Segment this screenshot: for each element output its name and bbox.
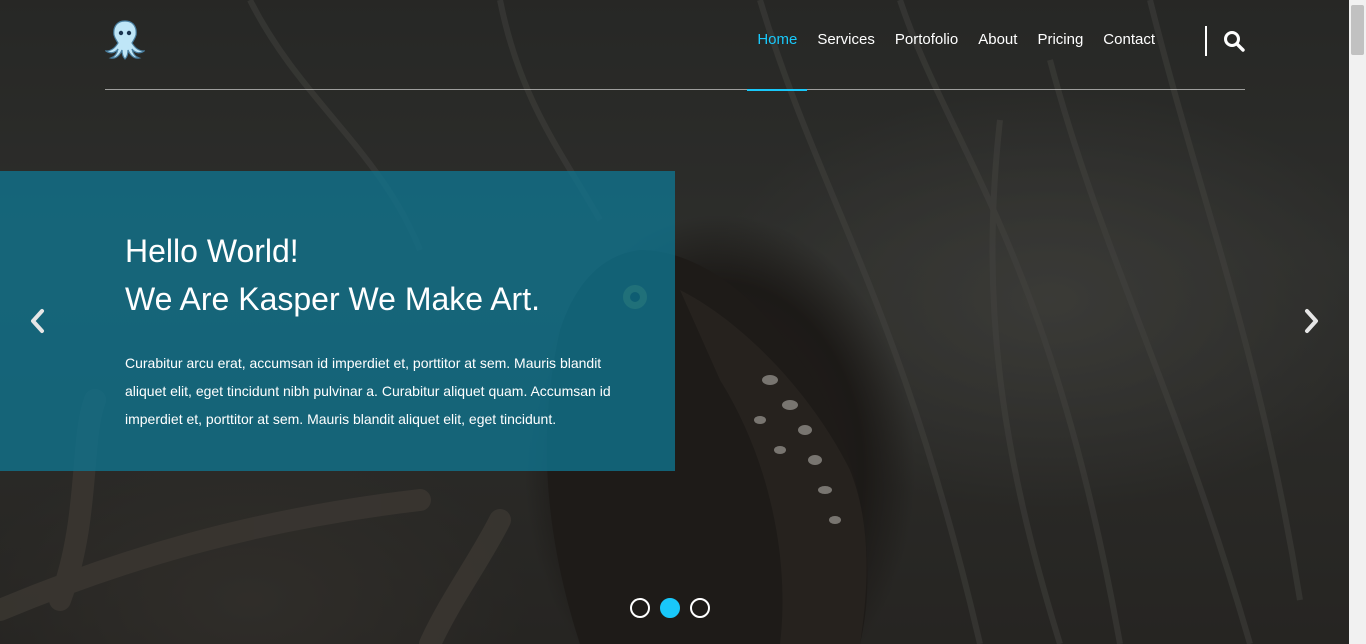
search-icon[interactable] xyxy=(1223,30,1245,52)
octopus-icon[interactable] xyxy=(105,18,145,60)
nav-item-portofolio[interactable]: Portofolio xyxy=(885,0,968,90)
scrollbar-thumb[interactable] xyxy=(1351,5,1364,55)
chevron-right-icon[interactable] xyxy=(1298,306,1324,336)
hero-description: Curabitur arcu erat, accumsan id imperdi… xyxy=(125,355,611,427)
chevron-left-icon[interactable] xyxy=(25,306,51,336)
nav-divider xyxy=(1205,26,1207,56)
slider-bullet-3[interactable] xyxy=(690,598,710,618)
slider-bullet-2[interactable] xyxy=(660,598,680,618)
nav-item-services[interactable]: Services xyxy=(807,0,885,90)
headline-line-2: We Are Kasper We Make Art. xyxy=(125,281,540,317)
site-header: Home Services Portofolio About Pricing C… xyxy=(105,0,1245,91)
main-nav: Home Services Portofolio About Pricing C… xyxy=(747,0,1165,91)
hero-section: Home Services Portofolio About Pricing C… xyxy=(0,0,1349,644)
nav-item-contact[interactable]: Contact xyxy=(1093,0,1165,90)
page-scrollbar[interactable] xyxy=(1349,0,1366,644)
hero-content-box: Hello World! We Are Kasper We Make Art. … xyxy=(0,171,675,471)
hero-headline: Hello World! We Are Kasper We Make Art. xyxy=(125,227,655,323)
slider-bullet-1[interactable] xyxy=(630,598,650,618)
slider-bullets xyxy=(630,598,710,618)
headline-line-1: Hello World! xyxy=(125,233,299,269)
nav-item-about[interactable]: About xyxy=(968,0,1027,90)
nav-item-pricing[interactable]: Pricing xyxy=(1027,0,1093,90)
nav-item-home[interactable]: Home xyxy=(747,0,808,91)
